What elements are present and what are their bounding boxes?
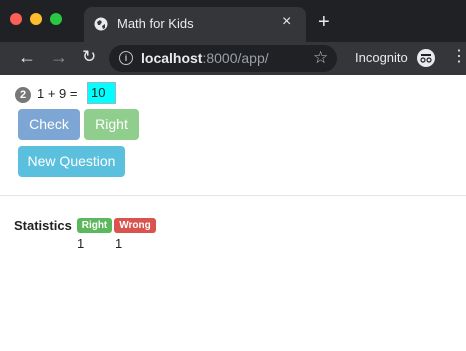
back-arrow-icon[interactable]: ← [18,46,36,68]
wrong-badge: Wrong [114,218,156,233]
menu-dots-icon[interactable]: ⋮ [451,48,466,66]
right-button[interactable]: Right [84,109,139,140]
incognito-label: Incognito [355,50,408,65]
question-text: 1 + 9 = [37,86,78,101]
close-window-button[interactable] [10,13,22,25]
reload-icon[interactable]: ↻ [82,46,96,68]
browser-titlebar: Math for Kids × + [0,0,466,42]
wrong-count: 1 [115,236,123,251]
answer-input[interactable]: 10 [87,82,116,104]
page-content: 2 1 + 9 = 10 Check Right New Question St… [0,75,466,351]
star-icon[interactable]: ☆ [313,48,328,68]
question-number-badge: 2 [15,87,31,103]
maximize-window-button[interactable] [50,13,62,25]
address-bar[interactable]: i localhost:8000/app/ ☆ [109,45,337,72]
statistics-label: Statistics [14,218,72,233]
globe-icon [94,17,108,31]
divider [0,195,466,196]
browser-toolbar: ← → ↻ i localhost:8000/app/ ☆ Incognito … [0,42,466,75]
info-icon[interactable]: i [119,51,133,65]
forward-arrow-icon[interactable]: → [50,46,68,68]
close-icon[interactable]: × [282,14,291,30]
browser-tab[interactable]: Math for Kids × [84,7,306,42]
url-text: localhost:8000/app/ [141,50,269,66]
new-question-button[interactable]: New Question [18,146,125,177]
right-badge: Right [77,218,112,233]
tab-title: Math for Kids [117,16,194,31]
plus-icon[interactable]: + [318,12,330,32]
incognito-icon[interactable] [417,49,435,67]
minimize-window-button[interactable] [30,13,42,25]
right-count: 1 [77,236,85,251]
check-button[interactable]: Check [18,109,80,140]
